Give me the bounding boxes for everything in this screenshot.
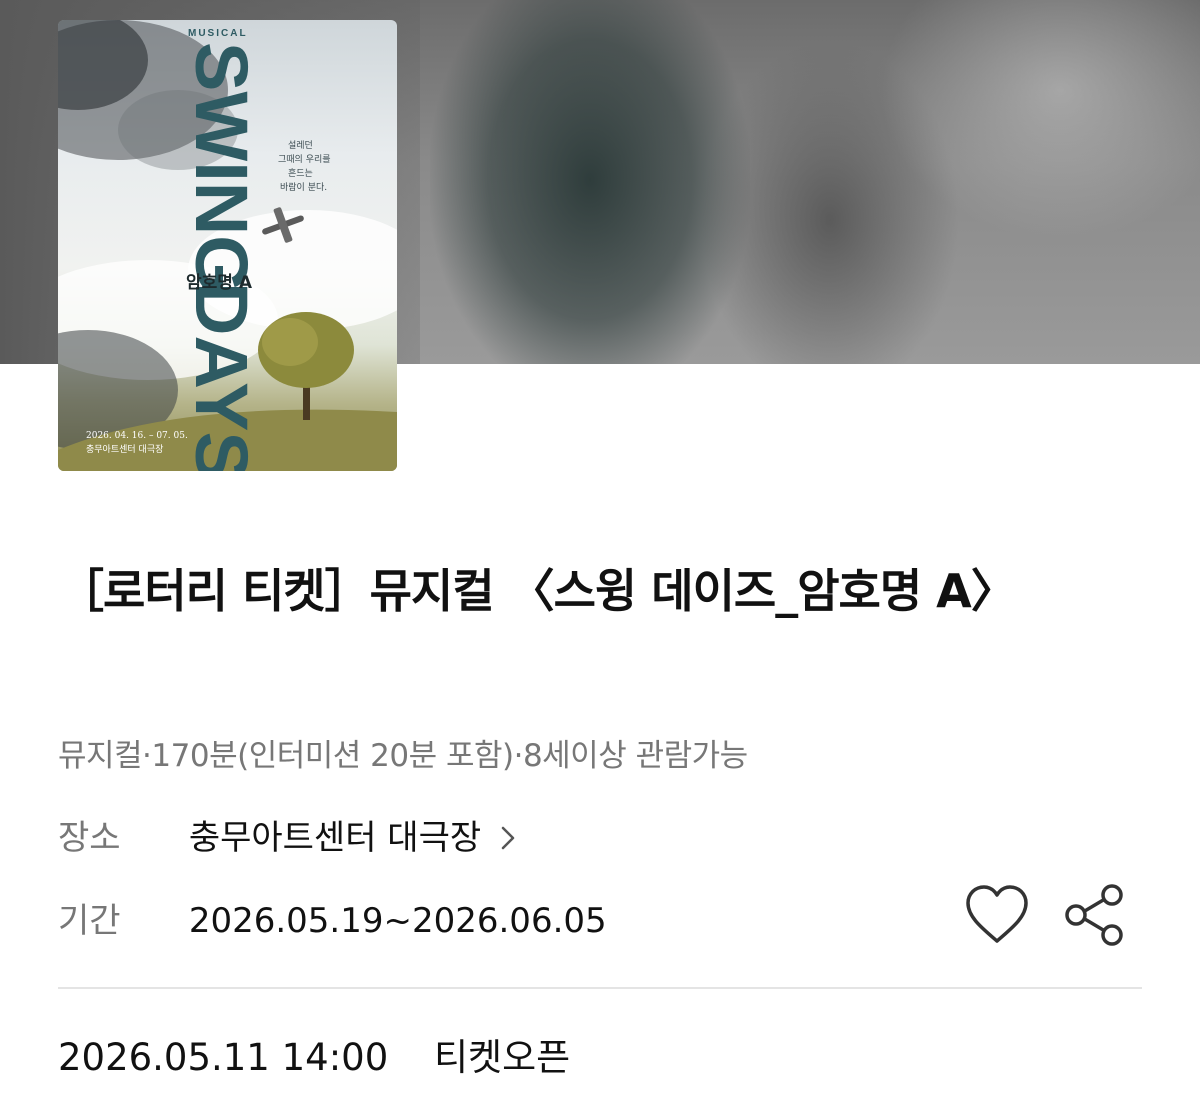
svg-text:MUSICAL: MUSICAL	[188, 28, 248, 39]
svg-text:설레던: 설레던	[288, 140, 313, 151]
period-value: 2026.05.19~2026.06.05	[188, 901, 607, 941]
ticket-open-label: 티켓오픈	[434, 1036, 571, 1079]
venue-label: 장소	[58, 818, 121, 858]
svg-text:바람이 분다.: 바람이 분다.	[280, 181, 327, 193]
svg-text:흔드는: 흔드는	[288, 167, 313, 179]
period-row: 기간 2026.05.19~2026.06.05	[58, 893, 607, 942]
share-icon[interactable]	[1060, 880, 1130, 950]
section-divider	[58, 987, 1142, 989]
svg-text:그때의 우리를: 그때의 우리를	[278, 154, 331, 165]
like-button[interactable]	[962, 880, 1032, 950]
event-title: ［로터리 티켓］뮤지컬 〈스윙 데이즈_암호명 A〉	[58, 564, 1017, 618]
svg-text:충무아트센터 대극장: 충무아트센터 대극장	[86, 444, 163, 455]
ticket-open-datetime: 2026.05.11 14:00	[58, 1036, 389, 1079]
event-subinfo: 뮤지컬·170분(인터미션 20분 포함)·8세이상 관람가능	[58, 738, 748, 774]
svg-text:2026. 04. 16. – 07. 05.: 2026. 04. 16. – 07. 05.	[86, 431, 188, 441]
svg-text:SWING: SWING	[180, 42, 263, 293]
venue-value[interactable]: 충무아트센터 대극장	[189, 818, 481, 858]
svg-text:DAYS: DAYS	[180, 282, 263, 471]
venue-row: 장소 충무아트센터 대극장	[58, 810, 516, 860]
share-button[interactable]	[1060, 880, 1130, 950]
ticket-open-row: 2026.05.11 14:00 티켓오픈	[58, 1027, 570, 1081]
period-label: 기간	[58, 901, 121, 941]
svg-text:암호명 A: 암호명 A	[186, 273, 253, 293]
chevron-right-icon[interactable]	[500, 820, 516, 860]
venue-link[interactable]: 충무아트센터 대극장	[189, 818, 516, 858]
heart-icon[interactable]	[962, 880, 1032, 950]
event-poster[interactable]: 설레던 그때의 우리를 흔드는 바람이 분다. MUSICAL SWING DA…	[58, 20, 397, 471]
